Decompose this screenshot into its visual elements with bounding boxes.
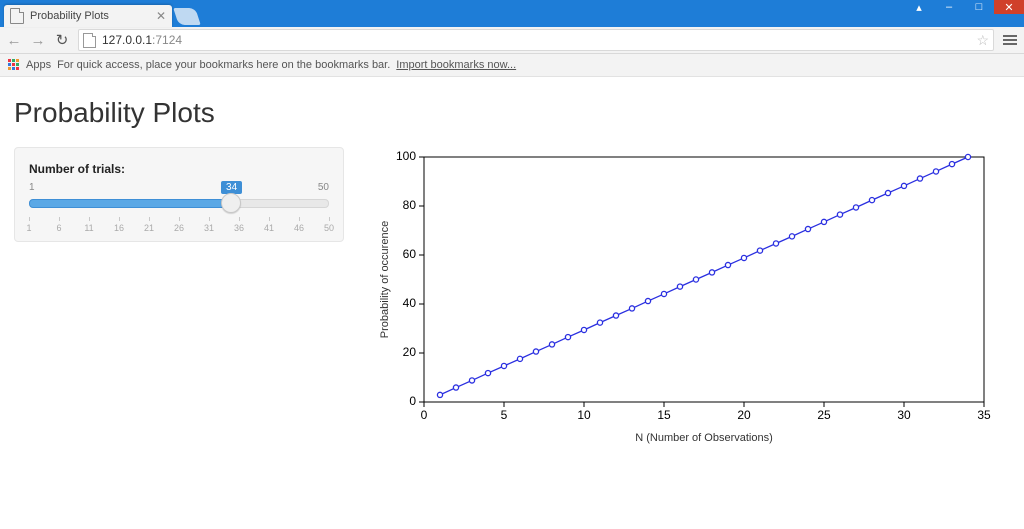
apps-icon[interactable] (8, 59, 20, 71)
chrome-menu-button[interactable] (1002, 35, 1018, 45)
bookmarks-bar: Apps For quick access, place your bookma… (0, 54, 1024, 77)
url-port: :7124 (152, 33, 182, 47)
tab-strip: Probability Plots ✕ (0, 14, 1024, 27)
trials-slider[interactable] (29, 195, 329, 217)
svg-text:N (Number of Observations): N (Number of Observations) (635, 432, 773, 444)
slider-thumb[interactable] (221, 193, 241, 213)
slider-min: 1 (29, 182, 35, 193)
site-icon (83, 33, 96, 48)
chart-area: 0 20 40 60 80 100 0 5 10 15 20 25 30 35 N (Number of O… (374, 147, 1010, 447)
svg-text:0: 0 (421, 408, 428, 422)
slider-max: 50 (318, 182, 329, 193)
apps-label[interactable]: Apps (26, 59, 51, 71)
reload-button[interactable]: ↻ (54, 31, 70, 49)
address-bar: ← → ↻ 127.0.0.1:7124 ☆ (0, 27, 1024, 54)
probability-chart: 0 20 40 60 80 100 0 5 10 15 20 25 30 35 N (Number of O… (374, 147, 994, 447)
svg-text:10: 10 (577, 408, 591, 422)
page-icon (10, 8, 24, 24)
svg-text:60: 60 (403, 247, 417, 261)
svg-text:20: 20 (403, 345, 417, 359)
close-window-button[interactable]: ✕ (994, 0, 1024, 14)
account-button[interactable]: ▴ (904, 0, 934, 14)
svg-text:100: 100 (396, 149, 416, 163)
close-tab-icon[interactable]: ✕ (156, 9, 166, 23)
browser-tab[interactable]: Probability Plots ✕ (4, 5, 172, 27)
controls-panel: Number of trials: 1 34 50 16111621263136… (14, 147, 344, 242)
svg-text:30: 30 (897, 408, 911, 422)
svg-text:5: 5 (501, 408, 508, 422)
svg-text:80: 80 (403, 198, 417, 212)
url-host: 127.0.0.1 (102, 33, 152, 47)
back-button[interactable]: ← (6, 32, 22, 49)
maximize-button[interactable]: □ (964, 0, 994, 14)
svg-text:40: 40 (403, 296, 417, 310)
import-bookmarks-link[interactable]: Import bookmarks now... (396, 59, 516, 71)
minimize-button[interactable]: – (934, 0, 964, 14)
svg-text:25: 25 (817, 408, 831, 422)
svg-text:15: 15 (657, 408, 671, 422)
svg-text:20: 20 (737, 408, 751, 422)
svg-text:35: 35 (977, 408, 991, 422)
slider-label: Number of trials: (29, 162, 329, 176)
tab-title: Probability Plots (30, 10, 109, 22)
svg-text:Probability of occurence: Probability of occurence (379, 221, 391, 338)
slider-fill (29, 199, 233, 208)
page-title: Probability Plots (14, 97, 1010, 129)
bookmark-help-text: For quick access, place your bookmarks h… (57, 59, 390, 71)
page-body: Probability Plots Number of trials: 1 34… (0, 77, 1024, 461)
svg-text:0: 0 (409, 394, 416, 408)
forward-button[interactable]: → (30, 32, 46, 49)
url-input[interactable]: 127.0.0.1:7124 ☆ (78, 29, 994, 51)
bookmark-star-icon[interactable]: ☆ (976, 32, 989, 49)
